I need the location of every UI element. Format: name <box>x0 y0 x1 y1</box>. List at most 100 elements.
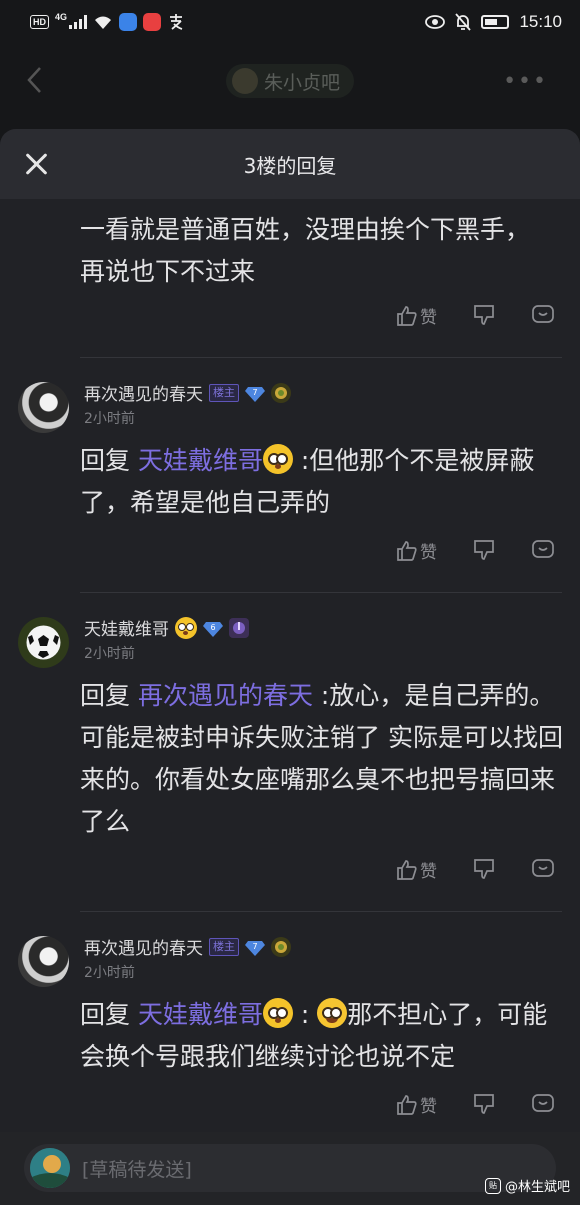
level-gem-icon: 7 <box>245 939 265 956</box>
forum-name: 朱小贞吧 <box>264 71 341 94</box>
like-button[interactable]: 赞 <box>396 857 437 882</box>
reply-time: 2小时前 <box>84 411 135 427</box>
dislike-button[interactable] <box>472 857 496 881</box>
thumb-up-icon <box>397 540 417 561</box>
flushed-emoji-icon <box>262 444 293 474</box>
reply-prefix: 回复 <box>80 681 138 710</box>
sheet-title: 3楼的回复 <box>243 153 337 178</box>
reply-text: 回复 天娃戴维哥 :但他那个不是被屏蔽了，希望是他自己弄的 <box>0 440 580 524</box>
forum-avatar <box>232 68 258 94</box>
wifi-icon <box>95 16 112 29</box>
sheet-header: 3楼的回复 <box>0 129 580 199</box>
tieba-logo-icon: 贴 <box>484 1177 501 1194</box>
svg-text:7: 7 <box>252 388 257 397</box>
dislike-button[interactable] <box>472 1092 496 1116</box>
app-notification-icon <box>143 13 162 31</box>
avatar[interactable] <box>18 617 69 668</box>
reply-actions: 赞 <box>0 538 580 578</box>
svg-text:6: 6 <box>210 623 215 632</box>
reply-target-link[interactable]: 天娃戴维哥 <box>138 446 263 475</box>
comment-bubble-icon <box>532 540 554 558</box>
forum-header: 朱小贞吧 ••• <box>0 44 580 129</box>
dislike-button[interactable] <box>472 538 496 562</box>
alipay-icon <box>170 14 183 30</box>
reply-time: 2小时前 <box>84 965 135 981</box>
owner-badge: 楼主 <box>209 383 239 402</box>
clock: 15:10 <box>519 12 562 31</box>
reply-text: 回复 再次遇见的春天 :放心，是自己弄的。可能是被封申诉失败注销了 实际是可以找… <box>0 675 580 843</box>
thumb-down-icon <box>474 540 494 560</box>
thumb-up-icon <box>397 859 417 880</box>
battery-icon <box>481 15 510 29</box>
medal-icon <box>229 617 249 638</box>
like-label: 赞 <box>420 1097 437 1117</box>
reply-input-bar: [草稿待发送] 贴 @林生斌吧 <box>0 1132 580 1205</box>
more-icon[interactable]: ••• <box>503 71 548 93</box>
username[interactable]: 天娃戴维哥 <box>84 615 169 640</box>
username[interactable]: 再次遇见的春天 <box>84 934 203 959</box>
comment-text: 一看就是普通百姓，没理由挨个下黑手，再说也下不过来 <box>80 215 531 286</box>
back-arrow-icon[interactable] <box>26 66 42 94</box>
reply-user-row: 再次遇见的春天 楼主 7 2小时前 <box>0 380 580 444</box>
browser-app-icon <box>119 13 138 31</box>
comment-bubble-icon <box>532 305 554 323</box>
level-gem-icon: 7 <box>245 385 265 402</box>
flushed-emoji-icon <box>262 998 293 1028</box>
reply-target-link[interactable]: 再次遇见的春天 <box>138 681 313 710</box>
grinning-squint-emoji-icon <box>317 998 348 1028</box>
reply-prefix: 回复 <box>80 1000 138 1029</box>
comment-actions: 赞 <box>0 303 580 343</box>
reply-user-row: 天娃戴维哥 6 2小时前 <box>0 615 580 679</box>
comment-partial: 一看就是普通百姓，没理由挨个下黑手，再说也下不过来 赞 <box>0 199 580 358</box>
screen: HD 4G 15:10 朱小贞吧 ••• 3楼的回复 一看就是普通百姓，没理由挨… <box>0 0 580 1205</box>
comment-bubble-icon <box>532 1094 554 1112</box>
username[interactable]: 再次遇见的春天 <box>84 380 203 405</box>
hd-indicator: HD <box>30 15 49 29</box>
forum-name-pill[interactable]: 朱小贞吧 <box>226 64 355 98</box>
my-avatar <box>30 1148 70 1188</box>
medal-icon <box>271 382 291 403</box>
thumb-up-icon <box>397 1094 417 1115</box>
reply-placeholder: [草稿待发送] <box>82 1158 192 1181</box>
thumb-down-icon <box>474 859 494 879</box>
like-button[interactable]: 赞 <box>396 303 437 328</box>
mute-bell-icon <box>455 13 472 31</box>
like-label: 赞 <box>420 862 437 882</box>
thumb-down-icon <box>474 305 494 325</box>
reply-input[interactable]: [草稿待发送] <box>24 1144 556 1192</box>
dislike-button[interactable] <box>472 303 496 327</box>
comment-button[interactable] <box>531 538 555 562</box>
reply-item: 天娃戴维哥 6 2小时前 回复 再次遇见的春天 :放心，是自己弄的。可能是被封申… <box>0 593 580 912</box>
eye-icon <box>425 15 446 29</box>
soccer-ball-icon <box>26 625 61 660</box>
thumb-down-icon <box>474 1094 494 1114</box>
like-button[interactable]: 赞 <box>396 1092 437 1117</box>
comment-button[interactable] <box>531 1092 555 1116</box>
close-icon[interactable] <box>24 152 48 176</box>
reply-actions: 赞 <box>0 857 580 897</box>
signal-icon <box>69 15 88 29</box>
avatar[interactable] <box>18 382 69 433</box>
reply-time: 2小时前 <box>84 646 135 662</box>
reply-sheet: 3楼的回复 一看就是普通百姓，没理由挨个下黑手，再说也下不过来 赞 再次遇见的春… <box>0 129 580 1205</box>
reply-actions: 赞 <box>0 1092 580 1132</box>
comment-bubble-icon <box>532 859 554 877</box>
network-type: 4G <box>55 12 68 22</box>
comment-button[interactable] <box>531 303 555 327</box>
watermark: 贴 @林生斌吧 <box>484 1176 570 1195</box>
reply-user-row: 再次遇见的春天 楼主 7 2小时前 <box>0 934 580 998</box>
like-button[interactable]: 赞 <box>396 538 437 563</box>
svg-text:7: 7 <box>252 942 257 951</box>
reply-text: 回复 天娃戴维哥 : 那不担心了，可能会换个号跟我们继续讨论也说不定 <box>0 994 580 1078</box>
reply-item: 再次遇见的春天 楼主 7 2小时前 回复 天娃戴维哥 : 那不担心了，可能会换个… <box>0 912 580 1132</box>
like-label: 赞 <box>420 308 437 328</box>
reply-target-link[interactable]: 天娃戴维哥 <box>138 1000 263 1029</box>
owner-badge: 楼主 <box>209 937 239 956</box>
comment-button[interactable] <box>531 857 555 881</box>
reply-prefix: 回复 <box>80 446 138 475</box>
medal-icon <box>271 936 291 957</box>
reply-item: 再次遇见的春天 楼主 7 2小时前 回复 天娃戴维哥 :但他那个不是被屏蔽了，希… <box>0 358 580 593</box>
level-gem-icon: 6 <box>203 620 223 637</box>
avatar[interactable] <box>18 936 69 987</box>
watermark-text: @林生斌吧 <box>504 1180 570 1195</box>
